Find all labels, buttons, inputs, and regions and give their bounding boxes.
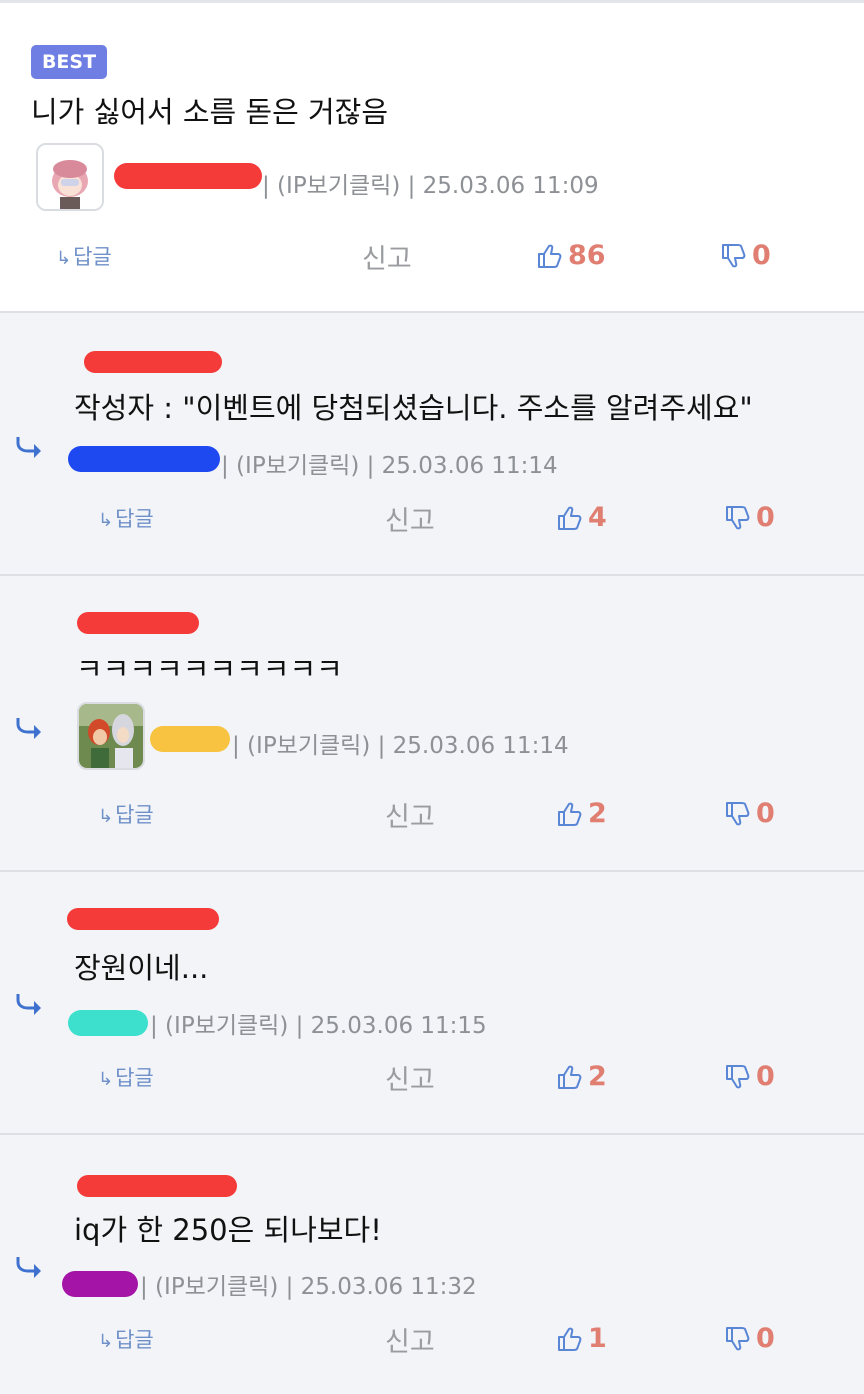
dislike-button[interactable]: 0 xyxy=(724,1061,775,1092)
reply-button[interactable]: ↳답글 xyxy=(98,799,154,829)
comment-actions: ↳답글 신고 86 0 xyxy=(0,237,864,276)
like-count: 4 xyxy=(588,502,607,533)
comment-meta: | (IP보기클릭) | 25.03.06 11:32 xyxy=(140,1274,477,1300)
reply-arrow-icon xyxy=(16,718,41,739)
nickname-mask xyxy=(68,1010,148,1036)
reply-small-arrow-icon: ↳ xyxy=(98,806,114,827)
thumbs-down-icon xyxy=(726,801,750,825)
dislike-count: 0 xyxy=(756,502,775,533)
comment-meta: | (IP보기클릭) | 25.03.06 11:14 xyxy=(232,733,569,759)
like-count: 2 xyxy=(588,1061,607,1092)
comment-text: ㅋㅋㅋㅋㅋㅋㅋㅋㅋㅋ xyxy=(76,652,343,686)
parent-nickname-mask xyxy=(77,612,199,634)
reply-comment: iq가 한 250은 되나보다! | (IP보기클릭) | 25.03.06 1… xyxy=(0,1135,864,1394)
nickname-mask xyxy=(68,446,220,472)
reply-comment: ㅋㅋㅋㅋㅋㅋㅋㅋㅋㅋ | (IP보기클릭) | 25.03.06 11:14 ↳… xyxy=(0,576,864,872)
dislike-count: 0 xyxy=(756,798,775,829)
user-avatar[interactable] xyxy=(36,143,104,211)
thumbs-down-icon xyxy=(726,505,750,529)
thumbs-up-icon xyxy=(558,1327,582,1351)
reply-small-arrow-icon: ↳ xyxy=(98,1069,114,1090)
thumbs-down-icon xyxy=(726,1326,750,1350)
comment-text: 장원이네... xyxy=(74,951,209,985)
like-count: 2 xyxy=(588,798,607,829)
reply-button[interactable]: ↳답글 xyxy=(56,241,112,271)
avatar-image xyxy=(79,704,143,768)
reply-small-arrow-icon: ↳ xyxy=(56,248,72,269)
comment-actions: ↳답글 신고 2 0 xyxy=(0,1058,864,1097)
dislike-count: 0 xyxy=(756,1323,775,1354)
reply-comment: 장원이네... | (IP보기클릭) | 25.03.06 11:15 ↳답글 … xyxy=(0,872,864,1135)
parent-nickname-mask xyxy=(84,351,222,373)
thumbs-up-icon xyxy=(538,244,562,268)
dislike-count: 0 xyxy=(756,1061,775,1092)
nickname-mask xyxy=(62,1271,138,1297)
reply-arrow-icon xyxy=(16,1257,41,1278)
dislike-button[interactable]: 0 xyxy=(724,1323,775,1354)
comment-actions: ↳답글 신고 4 0 xyxy=(0,499,864,538)
dislike-count: 0 xyxy=(752,240,771,271)
best-comment: BEST 니가 싫어서 소름 돋은 거잖음 | (IP보기클릭) | 25.03… xyxy=(0,3,864,313)
thumbs-down-icon xyxy=(722,243,746,267)
comment-text: 작성자 : "이벤트에 당첨되셨습니다. 주소를 알려주세요" xyxy=(74,391,753,425)
report-button[interactable]: 신고 xyxy=(385,1320,435,1359)
reply-small-arrow-icon: ↳ xyxy=(98,1331,114,1352)
reply-button[interactable]: ↳답글 xyxy=(98,503,154,533)
like-count: 1 xyxy=(588,1323,607,1354)
comment-text: 니가 싫어서 소름 돋은 거잖음 xyxy=(31,95,389,129)
comment-meta: | (IP보기클릭) | 25.03.06 11:14 xyxy=(221,453,558,479)
report-button[interactable]: 신고 xyxy=(362,237,412,276)
like-count: 86 xyxy=(568,240,606,271)
dislike-button[interactable]: 0 xyxy=(724,502,775,533)
like-button[interactable]: 2 xyxy=(556,1061,607,1092)
like-button[interactable]: 86 xyxy=(536,240,606,271)
comment-text: iq가 한 250은 되나보다! xyxy=(74,1213,382,1247)
reply-button[interactable]: ↳답글 xyxy=(98,1324,154,1354)
report-button[interactable]: 신고 xyxy=(385,795,435,834)
thumbs-down-icon xyxy=(726,1064,750,1088)
comment-meta: | (IP보기클릭) | 25.03.06 11:15 xyxy=(150,1013,487,1039)
comment-actions: ↳답글 신고 2 0 xyxy=(0,795,864,834)
parent-nickname-mask xyxy=(67,908,219,930)
like-button[interactable]: 1 xyxy=(556,1323,607,1354)
report-button[interactable]: 신고 xyxy=(385,1058,435,1097)
thumbs-up-icon xyxy=(558,506,582,530)
thumbs-up-icon xyxy=(558,802,582,826)
parent-nickname-mask xyxy=(77,1175,237,1197)
nickname-mask xyxy=(114,163,262,189)
dislike-button[interactable]: 0 xyxy=(724,798,775,829)
user-avatar[interactable] xyxy=(77,702,145,770)
report-button[interactable]: 신고 xyxy=(385,499,435,538)
dislike-button[interactable]: 0 xyxy=(720,240,771,271)
best-badge: BEST xyxy=(31,45,107,79)
nickname-mask xyxy=(150,726,230,752)
like-button[interactable]: 4 xyxy=(556,502,607,533)
reply-arrow-icon xyxy=(16,994,41,1015)
comment-meta: | (IP보기클릭) | 25.03.06 11:09 xyxy=(262,173,599,199)
reply-button[interactable]: ↳답글 xyxy=(98,1062,154,1092)
reply-small-arrow-icon: ↳ xyxy=(98,510,114,531)
reply-arrow-icon xyxy=(16,437,41,458)
thumbs-up-icon xyxy=(558,1065,582,1089)
avatar-image xyxy=(38,145,102,209)
comment-actions: ↳답글 신고 1 0 xyxy=(0,1320,864,1359)
like-button[interactable]: 2 xyxy=(556,798,607,829)
reply-comment: 작성자 : "이벤트에 당첨되셨습니다. 주소를 알려주세요" | (IP보기클… xyxy=(0,313,864,576)
